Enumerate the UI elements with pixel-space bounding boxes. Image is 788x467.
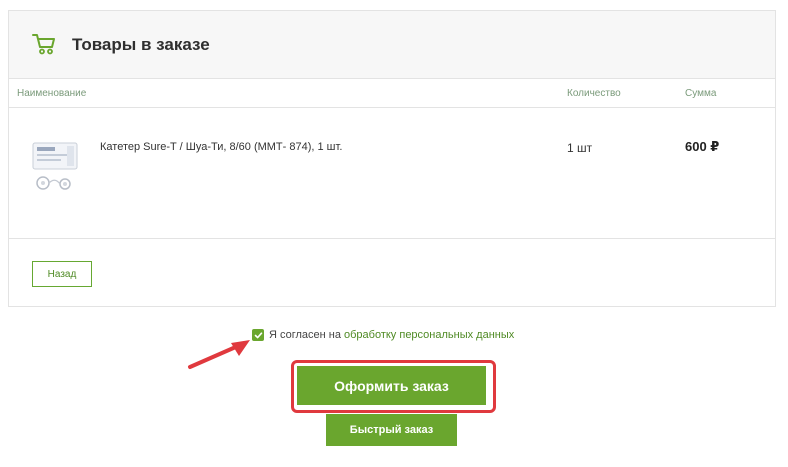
column-header-sum: Сумма bbox=[685, 88, 717, 99]
column-header-name: Наименование bbox=[17, 88, 87, 99]
table-header: Наименование Количество Сумма bbox=[9, 79, 775, 108]
product-thumbnail[interactable] bbox=[29, 140, 81, 196]
red-arrow-annotation-icon bbox=[188, 340, 250, 369]
product-sum: 600 ₽ bbox=[685, 139, 720, 154]
back-button[interactable]: Назад bbox=[32, 261, 92, 287]
consent-text: Я согласен на bbox=[269, 329, 341, 341]
product-name[interactable]: Катетер Sure-T / Шуа-Ти, 8/60 (ММТ- 874)… bbox=[100, 141, 342, 153]
quick-order-button[interactable]: Быстрый заказ bbox=[326, 414, 457, 446]
personal-data-link[interactable]: обработку персональных данных bbox=[344, 329, 514, 341]
column-header-quantity: Количество bbox=[567, 88, 621, 99]
place-order-button[interactable]: Оформить заказ bbox=[297, 366, 486, 405]
order-items-panel: Товары в заказе Наименование Количество … bbox=[8, 10, 776, 307]
table-row: Катетер Sure-T / Шуа-Ти, 8/60 (ММТ- 874)… bbox=[9, 108, 775, 239]
panel-header: Товары в заказе bbox=[9, 11, 775, 79]
panel-title: Товары в заказе bbox=[72, 35, 210, 54]
consent-row: Я согласен на обработку персональных дан… bbox=[252, 329, 514, 341]
product-quantity: 1 шт bbox=[567, 141, 593, 155]
shopping-cart-icon bbox=[32, 34, 55, 55]
